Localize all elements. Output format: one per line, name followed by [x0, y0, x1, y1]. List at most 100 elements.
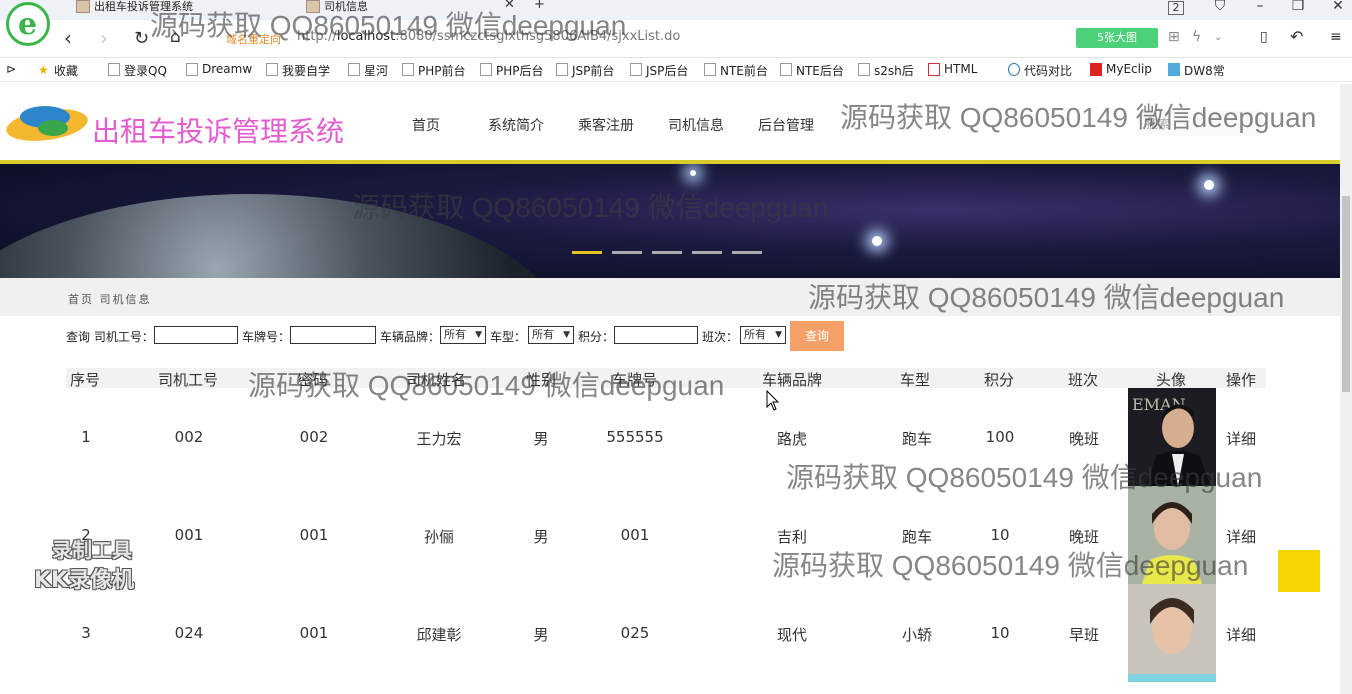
- page-icon: [780, 63, 792, 76]
- carousel-dot[interactable]: [612, 251, 642, 254]
- chevron-down-icon[interactable]: ⌄: [1214, 32, 1222, 43]
- cell-password: 001: [299, 526, 329, 544]
- tab-driver-info[interactable]: 司机信息: [304, 0, 404, 20]
- bookmark-item[interactable]: HTML: [928, 62, 977, 76]
- page-icon: [266, 63, 278, 76]
- nav-home[interactable]: 首页: [412, 115, 440, 135]
- page-icon: [858, 63, 870, 76]
- bookmark-item[interactable]: s2sh后: [858, 62, 914, 79]
- cell-score: 10: [990, 624, 1010, 642]
- col-brand: 车辆品牌: [762, 371, 823, 389]
- page-icon: [402, 63, 414, 76]
- menu-icon[interactable]: ≡: [1330, 29, 1342, 45]
- plate-field[interactable]: [290, 326, 376, 344]
- minimize-icon[interactable]: –: [1250, 0, 1270, 14]
- query-button[interactable]: 查询: [790, 321, 844, 351]
- page-icon: [480, 63, 492, 76]
- bookmark-item[interactable]: MyEclip: [1090, 62, 1152, 76]
- bookmark-item[interactable]: NTE前台: [704, 62, 768, 79]
- score-label: 积分：: [578, 330, 615, 344]
- brand-select[interactable]: 所有 ▼: [440, 326, 486, 344]
- cell-index: 1: [81, 428, 91, 446]
- bookmark-item[interactable]: 登录QQ: [108, 62, 167, 79]
- cell-type: 跑车: [901, 528, 933, 546]
- bookmark-item[interactable]: JSP前台: [556, 62, 614, 79]
- big-image-label: 5张大图: [1097, 31, 1137, 44]
- shift-select[interactable]: 所有 ▼: [740, 326, 786, 344]
- nav-admin[interactable]: 后台管理: [758, 115, 814, 135]
- carousel-dot[interactable]: [732, 251, 762, 254]
- nav-driver-info[interactable]: 司机信息: [668, 115, 724, 135]
- breadcrumb-bar: 首页 司机信息: [0, 278, 1340, 316]
- bookmark-item[interactable]: 星河: [348, 62, 388, 79]
- cell-gender: 男: [533, 528, 549, 546]
- cell-password: 002: [299, 428, 329, 446]
- driver-id-field[interactable]: [154, 326, 238, 344]
- detail-link[interactable]: 详细: [1226, 526, 1256, 547]
- bookmark-item[interactable]: DW8常: [1168, 62, 1225, 79]
- bookmark-item[interactable]: NTE后台: [780, 62, 844, 79]
- lightning-icon[interactable]: ϟ: [1192, 29, 1201, 45]
- back-to-top-button[interactable]: [1278, 550, 1320, 592]
- cell-brand: 吉利: [776, 528, 808, 546]
- undo-icon[interactable]: ↶: [1290, 27, 1303, 46]
- back-icon[interactable]: ‹: [64, 26, 72, 50]
- detail-link[interactable]: 详细: [1226, 624, 1256, 645]
- table-header: 序号 司机工号 密码 司机姓名 性别 车牌号 车辆品牌 车型 积分 班次 头像 …: [66, 368, 1266, 389]
- browser-logo-icon[interactable]: e: [6, 2, 50, 46]
- bookmark-item[interactable]: 代码对比: [1008, 62, 1072, 79]
- close-window-icon[interactable]: ✕: [1328, 0, 1348, 14]
- bookmark-item[interactable]: 我要自学: [266, 62, 330, 79]
- apps-icon[interactable]: ⊞: [1168, 29, 1180, 45]
- planet-image: [0, 194, 570, 278]
- nav-register[interactable]: 乘客注册: [578, 115, 634, 135]
- refresh-icon[interactable]: ↻: [134, 28, 149, 49]
- cell-password: 001: [299, 624, 329, 642]
- tab-main[interactable]: 出租车投诉管理系统: [74, 0, 224, 20]
- bookmark-icon[interactable]: ▯: [1260, 29, 1268, 45]
- carousel-dot[interactable]: [692, 251, 722, 254]
- bookmark-item[interactable]: PHP后台: [480, 62, 544, 79]
- type-select[interactable]: 所有 ▼: [528, 326, 574, 344]
- bookmark-item[interactable]: Dreamw: [186, 62, 252, 76]
- shirt-icon[interactable]: ⛉: [1210, 0, 1230, 14]
- page-scrollbar[interactable]: [1340, 84, 1352, 694]
- close-tab-icon[interactable]: ✕: [504, 0, 515, 12]
- new-tab-icon[interactable]: +: [534, 0, 545, 12]
- recorder-badge-line1: 录制工具: [52, 538, 132, 562]
- cell-name: 王力宏: [416, 430, 462, 448]
- carousel-dot[interactable]: [652, 251, 682, 254]
- dropdown-arrow-icon: ▼: [563, 330, 570, 340]
- tab-count-icon[interactable]: 2: [1168, 1, 1184, 15]
- url-host: localhost: [336, 29, 396, 44]
- banner-carousel[interactable]: [0, 164, 1340, 278]
- restore-icon[interactable]: ❐: [1288, 0, 1308, 14]
- big-image-button[interactable]: 5张大图: [1076, 28, 1158, 48]
- cell-score: 100: [985, 428, 1015, 446]
- cell-gender: 男: [533, 430, 549, 448]
- page-icon: [348, 63, 360, 76]
- page-icon: [704, 63, 716, 76]
- score-field[interactable]: [614, 326, 698, 344]
- search-icon[interactable]: ⚲: [1146, 115, 1256, 129]
- query-label: 查询 司机工号：: [66, 330, 154, 344]
- cell-plate: 001: [620, 526, 650, 544]
- bookmark-item[interactable]: PHP前台: [402, 62, 466, 79]
- address-bar[interactable]: http://localhost:8080/ssmczctsglxthsg580…: [297, 29, 680, 44]
- page-icon: [630, 63, 642, 76]
- carousel-dot[interactable]: [572, 251, 602, 254]
- detail-link[interactable]: 详细: [1226, 428, 1256, 449]
- bookmark-favorites[interactable]: ★ 收藏: [38, 62, 78, 79]
- scrollbar-thumb[interactable]: [1342, 196, 1350, 392]
- home-icon[interactable]: ⌂: [170, 27, 181, 47]
- forward-icon[interactable]: ›: [100, 26, 108, 50]
- bookmark-item[interactable]: JSP后台: [630, 62, 688, 79]
- table-row: 3 024 001 邱建彰 男 025 现代 小轿 10 早班 详细: [66, 584, 1266, 682]
- nav-intro[interactable]: 系统简介: [488, 115, 544, 135]
- col-gender: 性别: [526, 371, 557, 389]
- search-input[interactable]: 搜索 ⚲: [1136, 110, 1262, 136]
- star-decor: [1204, 180, 1214, 190]
- col-driver-id: 司机工号: [158, 371, 219, 389]
- sidebar-toggle-icon[interactable]: ⊳: [6, 62, 16, 76]
- site-logo-icon[interactable]: [4, 104, 90, 146]
